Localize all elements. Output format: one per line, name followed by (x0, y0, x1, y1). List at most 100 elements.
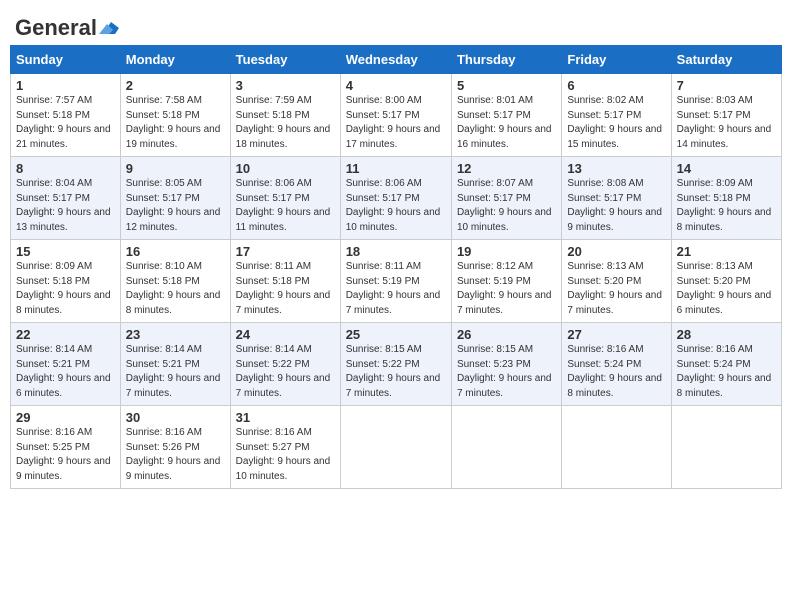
day-info: Sunrise: 8:16 AMSunset: 5:26 PMDaylight:… (126, 426, 225, 484)
day-info: Sunrise: 8:10 AMSunset: 5:18 PMDaylight:… (126, 260, 225, 318)
calendar-cell (671, 406, 781, 489)
calendar-cell: 11Sunrise: 8:06 AMSunset: 5:17 PMDayligh… (340, 157, 451, 240)
calendar-cell: 23Sunrise: 8:14 AMSunset: 5:21 PMDayligh… (120, 323, 230, 406)
day-number: 19 (457, 244, 556, 259)
day-number: 5 (457, 78, 556, 93)
day-info: Sunrise: 7:59 AMSunset: 5:18 PMDaylight:… (236, 94, 335, 152)
day-number: 20 (567, 244, 665, 259)
day-info: Sunrise: 8:09 AMSunset: 5:18 PMDaylight:… (677, 177, 776, 235)
day-info: Sunrise: 8:16 AMSunset: 5:24 PMDaylight:… (677, 343, 776, 401)
day-info: Sunrise: 8:13 AMSunset: 5:20 PMDaylight:… (567, 260, 665, 318)
weekday-header-row: SundayMondayTuesdayWednesdayThursdayFrid… (11, 46, 782, 74)
calendar-cell: 3Sunrise: 7:59 AMSunset: 5:18 PMDaylight… (230, 74, 340, 157)
weekday-header-tuesday: Tuesday (230, 46, 340, 74)
calendar-cell: 19Sunrise: 8:12 AMSunset: 5:19 PMDayligh… (451, 240, 561, 323)
weekday-header-sunday: Sunday (11, 46, 121, 74)
day-info: Sunrise: 7:58 AMSunset: 5:18 PMDaylight:… (126, 94, 225, 152)
day-number: 6 (567, 78, 665, 93)
day-info: Sunrise: 7:57 AMSunset: 5:18 PMDaylight:… (16, 94, 115, 152)
week-row-4: 22Sunrise: 8:14 AMSunset: 5:21 PMDayligh… (11, 323, 782, 406)
day-info: Sunrise: 8:01 AMSunset: 5:17 PMDaylight:… (457, 94, 556, 152)
day-number: 15 (16, 244, 115, 259)
calendar-cell: 26Sunrise: 8:15 AMSunset: 5:23 PMDayligh… (451, 323, 561, 406)
day-number: 24 (236, 327, 335, 342)
day-info: Sunrise: 8:14 AMSunset: 5:21 PMDaylight:… (16, 343, 115, 401)
calendar: SundayMondayTuesdayWednesdayThursdayFrid… (10, 45, 782, 489)
day-info: Sunrise: 8:16 AMSunset: 5:27 PMDaylight:… (236, 426, 335, 484)
logo: General (15, 15, 121, 37)
calendar-cell: 14Sunrise: 8:09 AMSunset: 5:18 PMDayligh… (671, 157, 781, 240)
day-number: 4 (346, 78, 446, 93)
calendar-cell: 21Sunrise: 8:13 AMSunset: 5:20 PMDayligh… (671, 240, 781, 323)
logo-general: General (15, 15, 97, 41)
calendar-cell: 1Sunrise: 7:57 AMSunset: 5:18 PMDaylight… (11, 74, 121, 157)
calendar-cell: 5Sunrise: 8:01 AMSunset: 5:17 PMDaylight… (451, 74, 561, 157)
week-row-3: 15Sunrise: 8:09 AMSunset: 5:18 PMDayligh… (11, 240, 782, 323)
day-number: 12 (457, 161, 556, 176)
day-number: 21 (677, 244, 776, 259)
day-info: Sunrise: 8:08 AMSunset: 5:17 PMDaylight:… (567, 177, 665, 235)
day-number: 3 (236, 78, 335, 93)
calendar-cell: 25Sunrise: 8:15 AMSunset: 5:22 PMDayligh… (340, 323, 451, 406)
calendar-cell: 29Sunrise: 8:16 AMSunset: 5:25 PMDayligh… (11, 406, 121, 489)
calendar-cell: 10Sunrise: 8:06 AMSunset: 5:17 PMDayligh… (230, 157, 340, 240)
day-info: Sunrise: 8:06 AMSunset: 5:17 PMDaylight:… (346, 177, 446, 235)
calendar-cell (451, 406, 561, 489)
day-number: 7 (677, 78, 776, 93)
day-number: 11 (346, 161, 446, 176)
day-info: Sunrise: 8:11 AMSunset: 5:19 PMDaylight:… (346, 260, 446, 318)
day-number: 25 (346, 327, 446, 342)
week-row-1: 1Sunrise: 7:57 AMSunset: 5:18 PMDaylight… (11, 74, 782, 157)
day-info: Sunrise: 8:14 AMSunset: 5:22 PMDaylight:… (236, 343, 335, 401)
logo-icon (99, 20, 121, 36)
day-number: 16 (126, 244, 225, 259)
day-info: Sunrise: 8:16 AMSunset: 5:24 PMDaylight:… (567, 343, 665, 401)
calendar-cell: 27Sunrise: 8:16 AMSunset: 5:24 PMDayligh… (562, 323, 671, 406)
calendar-cell (562, 406, 671, 489)
day-info: Sunrise: 8:14 AMSunset: 5:21 PMDaylight:… (126, 343, 225, 401)
day-number: 8 (16, 161, 115, 176)
day-info: Sunrise: 8:03 AMSunset: 5:17 PMDaylight:… (677, 94, 776, 152)
calendar-cell: 31Sunrise: 8:16 AMSunset: 5:27 PMDayligh… (230, 406, 340, 489)
weekday-header-thursday: Thursday (451, 46, 561, 74)
day-info: Sunrise: 8:13 AMSunset: 5:20 PMDaylight:… (677, 260, 776, 318)
day-number: 18 (346, 244, 446, 259)
calendar-cell: 12Sunrise: 8:07 AMSunset: 5:17 PMDayligh… (451, 157, 561, 240)
calendar-cell: 4Sunrise: 8:00 AMSunset: 5:17 PMDaylight… (340, 74, 451, 157)
day-info: Sunrise: 8:11 AMSunset: 5:18 PMDaylight:… (236, 260, 335, 318)
calendar-cell: 2Sunrise: 7:58 AMSunset: 5:18 PMDaylight… (120, 74, 230, 157)
day-info: Sunrise: 8:00 AMSunset: 5:17 PMDaylight:… (346, 94, 446, 152)
week-row-5: 29Sunrise: 8:16 AMSunset: 5:25 PMDayligh… (11, 406, 782, 489)
day-info: Sunrise: 8:12 AMSunset: 5:19 PMDaylight:… (457, 260, 556, 318)
weekday-header-saturday: Saturday (671, 46, 781, 74)
calendar-cell: 9Sunrise: 8:05 AMSunset: 5:17 PMDaylight… (120, 157, 230, 240)
calendar-cell: 13Sunrise: 8:08 AMSunset: 5:17 PMDayligh… (562, 157, 671, 240)
day-info: Sunrise: 8:15 AMSunset: 5:22 PMDaylight:… (346, 343, 446, 401)
day-number: 17 (236, 244, 335, 259)
day-number: 30 (126, 410, 225, 425)
weekday-header-friday: Friday (562, 46, 671, 74)
day-number: 2 (126, 78, 225, 93)
day-number: 22 (16, 327, 115, 342)
day-number: 27 (567, 327, 665, 342)
day-number: 13 (567, 161, 665, 176)
day-number: 9 (126, 161, 225, 176)
calendar-cell: 24Sunrise: 8:14 AMSunset: 5:22 PMDayligh… (230, 323, 340, 406)
calendar-cell: 20Sunrise: 8:13 AMSunset: 5:20 PMDayligh… (562, 240, 671, 323)
day-info: Sunrise: 8:16 AMSunset: 5:25 PMDaylight:… (16, 426, 115, 484)
calendar-cell: 15Sunrise: 8:09 AMSunset: 5:18 PMDayligh… (11, 240, 121, 323)
calendar-cell (340, 406, 451, 489)
day-number: 1 (16, 78, 115, 93)
weekday-header-wednesday: Wednesday (340, 46, 451, 74)
week-row-2: 8Sunrise: 8:04 AMSunset: 5:17 PMDaylight… (11, 157, 782, 240)
day-number: 29 (16, 410, 115, 425)
weekday-header-monday: Monday (120, 46, 230, 74)
day-number: 14 (677, 161, 776, 176)
calendar-cell: 6Sunrise: 8:02 AMSunset: 5:17 PMDaylight… (562, 74, 671, 157)
calendar-cell: 8Sunrise: 8:04 AMSunset: 5:17 PMDaylight… (11, 157, 121, 240)
day-number: 31 (236, 410, 335, 425)
calendar-cell: 16Sunrise: 8:10 AMSunset: 5:18 PMDayligh… (120, 240, 230, 323)
day-info: Sunrise: 8:07 AMSunset: 5:17 PMDaylight:… (457, 177, 556, 235)
day-number: 28 (677, 327, 776, 342)
calendar-cell: 18Sunrise: 8:11 AMSunset: 5:19 PMDayligh… (340, 240, 451, 323)
